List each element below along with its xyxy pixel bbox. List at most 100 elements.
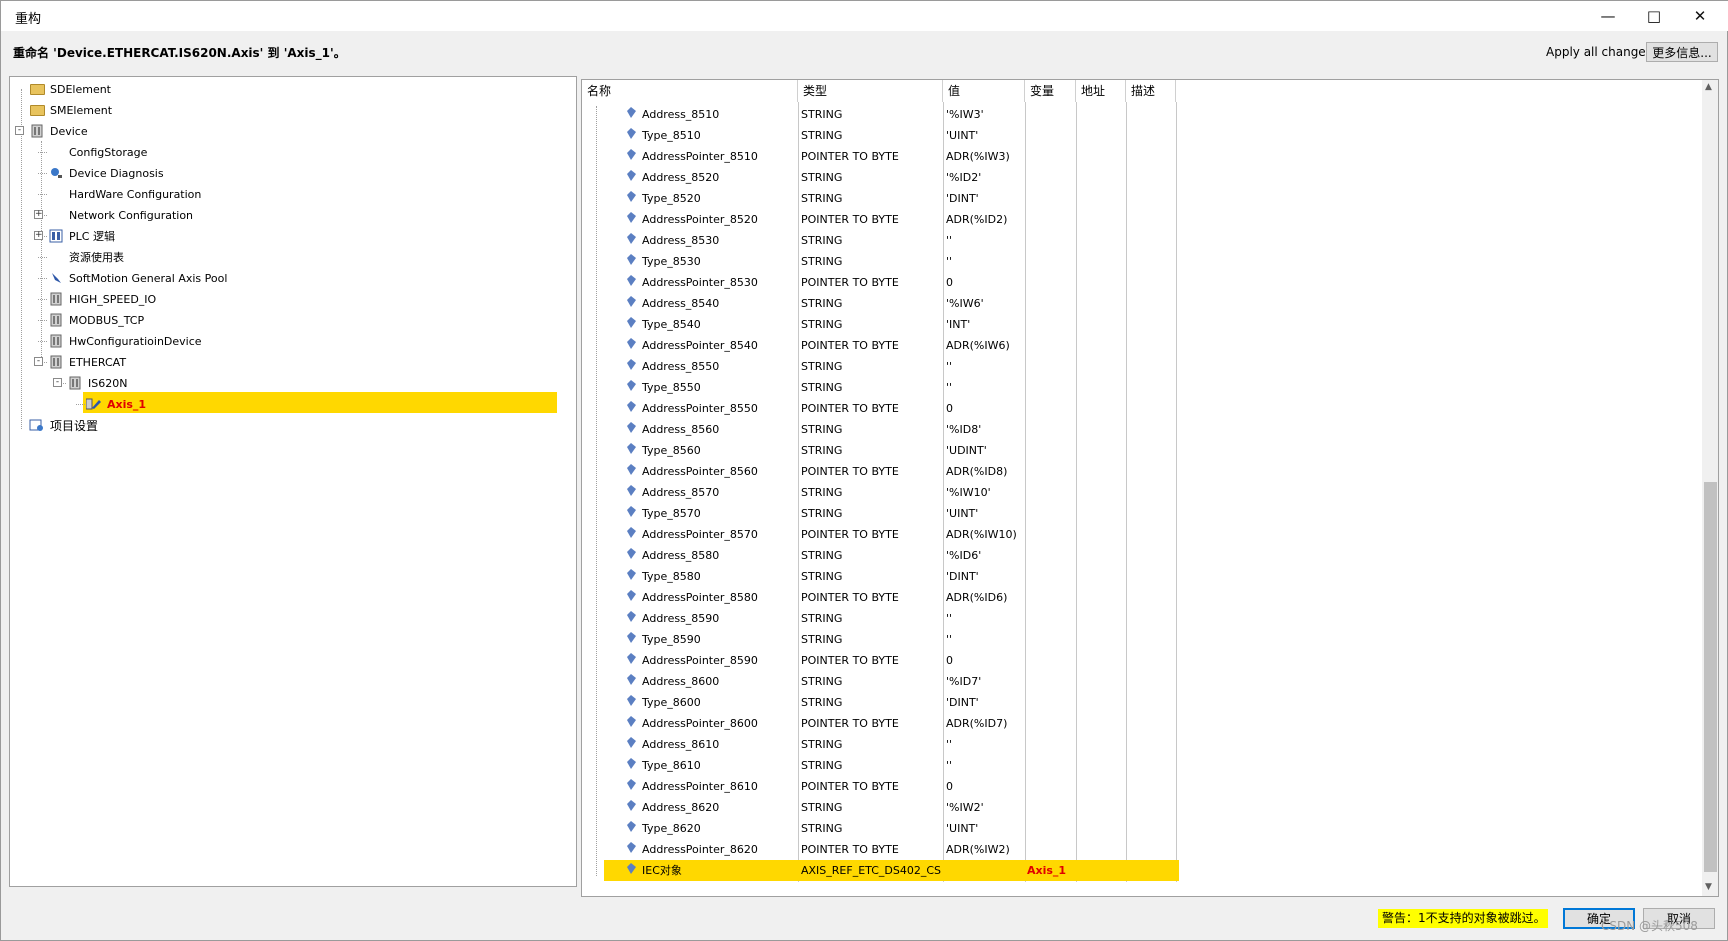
variable-icon [627,377,642,398]
row-type: STRING [801,570,843,583]
table-row[interactable]: Type_8560 STRING 'UDINT' [582,440,1702,461]
tree-item-ethercat[interactable]: ETHERCAT [48,352,126,372]
row-name-text: Type_8620 [642,822,701,835]
variable-icon [627,314,642,335]
table-row[interactable]: AddressPointer_8580 POINTER TO BYTE ADR(%I… [582,587,1702,608]
expand-icon[interactable]: + [34,231,43,240]
row-name-text: AddressPointer_8580 [642,591,758,604]
table-row[interactable]: AddressPointer_8530 POINTER TO BYTE 0 [582,272,1702,293]
collapse-icon[interactable]: - [53,378,62,387]
table-row[interactable]: Address_8540 STRING '%IW6' [582,293,1702,314]
table-row[interactable]: Type_8590 STRING '' [582,629,1702,650]
table-row[interactable]: AddressPointer_8600 POINTER TO BYTE ADR(%I… [582,713,1702,734]
tree-item-high-speed-io[interactable]: HIGH_SPEED_IO [48,289,156,309]
vertical-scrollbar[interactable]: ▲ ▼ [1702,80,1718,896]
table-row[interactable]: Address_8560 STRING '%ID8' [582,419,1702,440]
row-name-text: AddressPointer_8510 [642,150,758,163]
tree-item-network-configuration[interactable]: Network Configuration [48,205,193,225]
row-name: AddressPointer_8550 [627,398,758,419]
scroll-up-icon[interactable]: ▲ [1705,82,1712,92]
tree-item-label: HardWare Configuration [69,187,202,201]
tree-item-hwconfiguratioindevice[interactable]: HwConfiguratioinDevice [48,331,202,351]
scroll-thumb[interactable] [1704,482,1717,872]
tree-item-axis-1[interactable]: Axis_1 [86,394,146,414]
column-header-3[interactable]: 变量 [1025,80,1076,102]
table-row[interactable]: Address_8510 STRING '%IW3' [582,104,1702,125]
table-row[interactable]: Address_8600 STRING '%ID7' [582,671,1702,692]
expand-icon[interactable]: + [34,210,43,219]
table-row[interactable]: AddressPointer_8610 POINTER TO BYTE 0 [582,776,1702,797]
table-row[interactable]: Type_8550 STRING '' [582,377,1702,398]
table-row[interactable]: Type_8600 STRING 'DINT' [582,692,1702,713]
scroll-down-icon[interactable]: ▼ [1705,882,1712,892]
row-name-text: Address_8620 [642,801,720,814]
variable-icon [627,125,642,146]
row-value: 0 [946,402,953,415]
tree-item-smelement[interactable]: SMElement [29,100,112,120]
table-row[interactable]: AddressPointer_8540 POINTER TO BYTE ADR(%I… [582,335,1702,356]
column-header-4[interactable]: 地址 [1076,80,1126,102]
table-row[interactable]: Type_8540 STRING 'INT' [582,314,1702,335]
table-row[interactable]: Address_8530 STRING '' [582,230,1702,251]
variable-icon [627,545,642,566]
row-type: STRING [801,486,843,499]
column-header-0[interactable]: 名称 [582,80,798,102]
collapse-icon[interactable]: - [15,126,24,135]
variable-icon [627,461,642,482]
variable-icon [627,188,642,209]
table-row[interactable]: Address_8570 STRING '%IW10' [582,482,1702,503]
tree-item-[interactable]: 项目设置 [29,415,98,435]
table-row[interactable]: Type_8510 STRING 'UINT' [582,125,1702,146]
table-row[interactable]: Type_8530 STRING '' [582,251,1702,272]
table-row[interactable]: AddressPointer_8560 POINTER TO BYTE ADR(%I… [582,461,1702,482]
close-icon[interactable]: ✕ [1677,1,1723,31]
row-value: '%ID2' [946,171,982,184]
tree-item-configstorage[interactable]: ConfigStorage [48,142,147,162]
tree-item-sdelement[interactable]: SDElement [29,79,111,99]
table-row[interactable]: Address_8550 STRING '' [582,356,1702,377]
table-row[interactable]: AddressPointer_8570 POINTER TO BYTE ADR(%I… [582,524,1702,545]
maximize-icon[interactable]: □ [1631,1,1677,31]
table-row[interactable]: AddressPointer_8550 POINTER TO BYTE 0 [582,398,1702,419]
minimize-icon[interactable]: — [1585,1,1631,31]
row-variable[interactable]: Axis_1 [1027,860,1066,881]
row-name-text: AddressPointer_8600 [642,717,758,730]
column-header-1[interactable]: 类型 [798,80,943,102]
table-row[interactable]: AddressPointer_8620 POINTER TO BYTE ADR(%I… [582,839,1702,860]
table-row[interactable]: Address_8610 STRING '' [582,734,1702,755]
table-row[interactable]: Address_8520 STRING '%ID2' [582,167,1702,188]
row-name: Type_8610 [627,755,701,776]
table-row[interactable]: Type_8520 STRING 'DINT' [582,188,1702,209]
table-row[interactable]: AddressPointer_8590 POINTER TO BYTE 0 [582,650,1702,671]
tree-item-modbus-tcp[interactable]: MODBUS_TCP [48,310,144,330]
table-row[interactable]: Type_8610 STRING '' [582,755,1702,776]
table-row[interactable]: Type_8570 STRING 'UINT' [582,503,1702,524]
table-row-selected[interactable]: IEC对象 AXIS_REF_ETC_DS402_CS Axis_1 [582,860,1702,881]
table-row[interactable]: Address_8580 STRING '%ID6' [582,545,1702,566]
table-row[interactable]: Type_8580 STRING 'DINT' [582,566,1702,587]
row-name-text: IEC对象 [642,864,682,877]
row-name-text: Type_8600 [642,696,701,709]
row-type: STRING [801,612,843,625]
tree-item-device-diagnosis[interactable]: Device Diagnosis [48,163,164,183]
tree-item-[interactable]: 资源使用表 [48,247,124,267]
tree-item-plc[interactable]: PLC 逻辑 [48,226,115,246]
tree-item-hardware-configuration[interactable]: HardWare Configuration [48,184,201,204]
tree-item-softmotion-general-axis-pool[interactable]: SoftMotion General Axis Pool [48,268,227,288]
tree-connector [38,320,47,321]
variable-icon [627,440,642,461]
table-row[interactable]: Address_8590 STRING '' [582,608,1702,629]
column-header-2[interactable]: 值 [943,80,1025,102]
row-value: '%ID7' [946,675,982,688]
tree-item-is620n[interactable]: IS620N [67,373,127,393]
table-row[interactable]: AddressPointer_8510 POINTER TO BYTE ADR(%I… [582,146,1702,167]
column-header-5[interactable]: 描述 [1126,80,1176,102]
table-row[interactable]: Type_8620 STRING 'UINT' [582,818,1702,839]
table-row[interactable]: Address_8620 STRING '%IW2' [582,797,1702,818]
tree-item-device[interactable]: Device [29,121,88,141]
row-type: STRING [801,423,843,436]
row-value: '' [946,234,953,247]
table-row[interactable]: AddressPointer_8520 POINTER TO BYTE ADR(%I… [582,209,1702,230]
collapse-icon[interactable]: - [34,357,43,366]
more-info-button[interactable]: 更多信息... [1646,42,1718,62]
